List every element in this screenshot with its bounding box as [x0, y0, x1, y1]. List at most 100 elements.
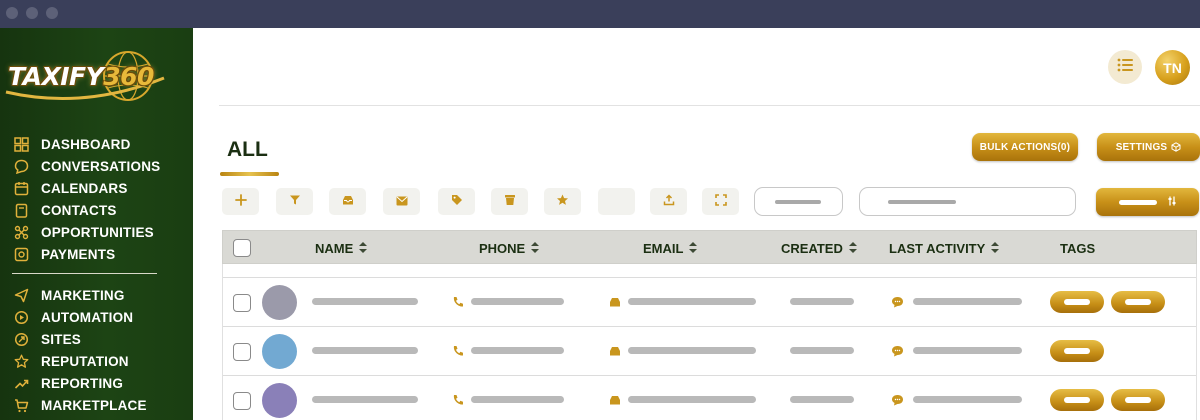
trend-icon	[12, 374, 30, 392]
contact-avatar	[262, 383, 297, 418]
row-checkbox[interactable]	[233, 392, 251, 410]
window-close-button[interactable]	[6, 7, 18, 19]
list-view-button[interactable]	[1108, 50, 1142, 84]
advanced-filter-button[interactable]	[1096, 188, 1199, 216]
email-placeholder	[628, 396, 756, 403]
cube-icon	[1171, 142, 1181, 152]
upload-icon	[663, 193, 675, 211]
row-checkbox[interactable]	[233, 294, 251, 312]
opportunities-icon	[12, 223, 30, 241]
contact-avatar	[262, 334, 297, 369]
table-header: NAME PHONE EMAIL CREATED LAST ACTIVITY T…	[222, 230, 1197, 264]
sidebar-item-conversations[interactable]: CONVERSATIONS	[12, 156, 187, 176]
table-row[interactable]	[223, 327, 1196, 375]
window-maximize-button[interactable]	[46, 7, 58, 19]
sidebar-item-calendars[interactable]: CALENDARS	[12, 178, 187, 198]
inbox-icon	[608, 295, 622, 309]
last-activity-placeholder	[913, 347, 1022, 354]
filter-button[interactable]	[276, 188, 313, 215]
bulk-actions-button[interactable]: BULK ACTIONS(0)	[972, 133, 1078, 161]
sidebar-item-payments[interactable]: PAYMENTS	[12, 244, 187, 264]
settings-label: SETTINGS	[1115, 141, 1168, 153]
user-avatar[interactable]: TN	[1155, 50, 1190, 85]
window-minimize-button[interactable]	[26, 7, 38, 19]
filter-select[interactable]	[754, 187, 843, 216]
email-button[interactable]	[383, 188, 420, 215]
sidebar-item-reputation[interactable]: REPUTATION	[12, 351, 187, 371]
message-icon	[890, 344, 904, 358]
tag-label	[1125, 397, 1151, 403]
row-checkbox[interactable]	[233, 343, 251, 361]
sliders-icon	[1167, 196, 1177, 209]
expand-button[interactable]	[702, 188, 739, 215]
column-header-last-activity[interactable]: LAST ACTIVITY	[889, 231, 1000, 265]
list-icon	[1117, 58, 1133, 77]
column-header-created[interactable]: CREATED	[781, 231, 857, 265]
search-input[interactable]	[859, 187, 1076, 216]
message-icon	[890, 295, 904, 309]
select-all-checkbox[interactable]	[233, 239, 251, 257]
bulk-actions-label: BULK ACTIONS(0)	[979, 141, 1071, 153]
sidebar-item-contacts[interactable]: CONTACTS	[12, 200, 187, 220]
calendar-icon	[12, 179, 30, 197]
sidebar-item-marketing[interactable]: MARKETING	[12, 285, 187, 305]
column-header-email[interactable]: EMAIL	[643, 231, 698, 265]
globe-icon	[12, 330, 30, 348]
contact-name-placeholder	[312, 298, 418, 305]
column-header-phone[interactable]: PHONE	[479, 231, 540, 265]
sidebar-item-automation[interactable]: AUTOMATION	[12, 307, 187, 327]
table-row[interactable]	[223, 278, 1196, 326]
created-placeholder	[790, 298, 854, 305]
cart-icon	[12, 396, 30, 414]
tag-button[interactable]	[438, 188, 475, 215]
sidebar-item-opportunities[interactable]: OPPORTUNITIES	[12, 222, 187, 242]
column-header-name[interactable]: NAME	[315, 231, 368, 265]
filter-icon	[289, 193, 301, 211]
sidebar-item-sites[interactable]: SITES	[12, 329, 187, 349]
blank-tool-button[interactable]	[598, 188, 635, 215]
tag-icon	[451, 193, 463, 211]
contact-avatar	[262, 285, 297, 320]
contact-name-placeholder	[312, 396, 418, 403]
column-header-tags: TAGS	[1060, 240, 1096, 256]
upload-button[interactable]	[650, 188, 687, 215]
sidebar-item-marketplace[interactable]: MARKETPLACE	[12, 395, 187, 415]
tag-label	[1125, 299, 1151, 305]
created-placeholder	[790, 347, 854, 354]
settings-button[interactable]: SETTINGS	[1097, 133, 1200, 161]
sidebar-item-dashboard[interactable]: DASHBOARD	[12, 134, 187, 154]
inbox-button[interactable]	[329, 188, 366, 215]
delete-button[interactable]	[491, 188, 528, 215]
send-icon	[12, 286, 30, 304]
inbox-icon	[342, 193, 354, 211]
star-button[interactable]	[544, 188, 581, 215]
star-icon	[556, 193, 569, 211]
tag-badge[interactable]	[1111, 389, 1165, 411]
mail-icon	[396, 193, 408, 211]
logo-text: TAXIFY360	[8, 62, 154, 91]
contact-name-placeholder	[312, 347, 418, 354]
tag-badge[interactable]	[1050, 291, 1104, 313]
search-placeholder	[888, 199, 956, 204]
taxify-logo[interactable]: TAXIFY360	[4, 48, 170, 106]
table-body	[222, 264, 1197, 420]
message-icon	[890, 393, 904, 407]
phone-placeholder	[471, 347, 564, 354]
tag-badge[interactable]	[1050, 340, 1104, 362]
tag-badge[interactable]	[1050, 389, 1104, 411]
tag-badge[interactable]	[1111, 291, 1165, 313]
inbox-icon	[608, 344, 622, 358]
sidebar-item-reporting[interactable]: REPORTING	[12, 373, 187, 393]
email-placeholder	[628, 347, 756, 354]
inbox-icon	[608, 393, 622, 407]
table-row[interactable]	[223, 376, 1196, 420]
trash-icon	[504, 193, 516, 211]
tag-label	[1064, 299, 1090, 305]
chat-bubble-icon	[12, 157, 30, 175]
filter-button-label	[1118, 199, 1157, 205]
sidebar-divider	[12, 273, 157, 274]
payment-icon	[12, 245, 30, 263]
sort-icon	[991, 242, 1000, 254]
tab-all[interactable]: ALL	[227, 138, 268, 162]
add-button[interactable]	[222, 188, 259, 215]
